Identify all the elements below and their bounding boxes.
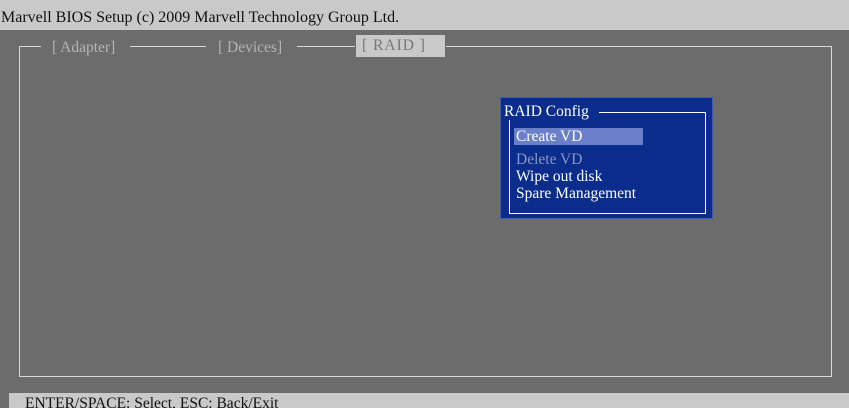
frame-top-right xyxy=(446,46,832,47)
popup-frame-left xyxy=(509,120,510,213)
status-bar: ENTER/SPACE: Select, ESC: Back/Exit xyxy=(9,393,849,408)
popup-frame-top xyxy=(599,112,706,113)
title-bar: Marvell BIOS Setup (c) 2009 Marvell Tech… xyxy=(0,0,849,30)
frame-top-mid1 xyxy=(130,46,206,47)
menu-item-create-vd[interactable]: Create VD xyxy=(514,128,643,145)
popup-title: RAID Config xyxy=(504,103,589,120)
raid-config-popup: RAID Config Create VD Delete VD Wipe out… xyxy=(500,97,713,219)
frame-top-mid2 xyxy=(297,46,355,47)
frame-bottom xyxy=(19,376,832,377)
menu-item-delete-vd[interactable]: Delete VD xyxy=(514,151,584,168)
frame-top-left xyxy=(19,46,41,47)
tab-devices[interactable]: [ Devices] xyxy=(218,39,282,57)
title-text: Marvell BIOS Setup (c) 2009 Marvell Tech… xyxy=(1,9,400,26)
main-panel: [ Adapter] [ Devices] [ RAID ] RAID Conf… xyxy=(0,30,849,393)
tab-adapter[interactable]: [ Adapter] xyxy=(52,39,115,57)
menu-item-spare-management[interactable]: Spare Management xyxy=(514,185,638,202)
status-text: ENTER/SPACE: Select, ESC: Back/Exit xyxy=(25,395,279,408)
menu-item-wipe-out-disk[interactable]: Wipe out disk xyxy=(514,168,604,185)
popup-frame-right xyxy=(705,112,706,213)
frame-left xyxy=(19,46,20,376)
popup-frame-bottom xyxy=(509,213,706,214)
frame-right xyxy=(831,46,832,376)
tab-raid[interactable]: [ RAID ] xyxy=(356,35,445,57)
